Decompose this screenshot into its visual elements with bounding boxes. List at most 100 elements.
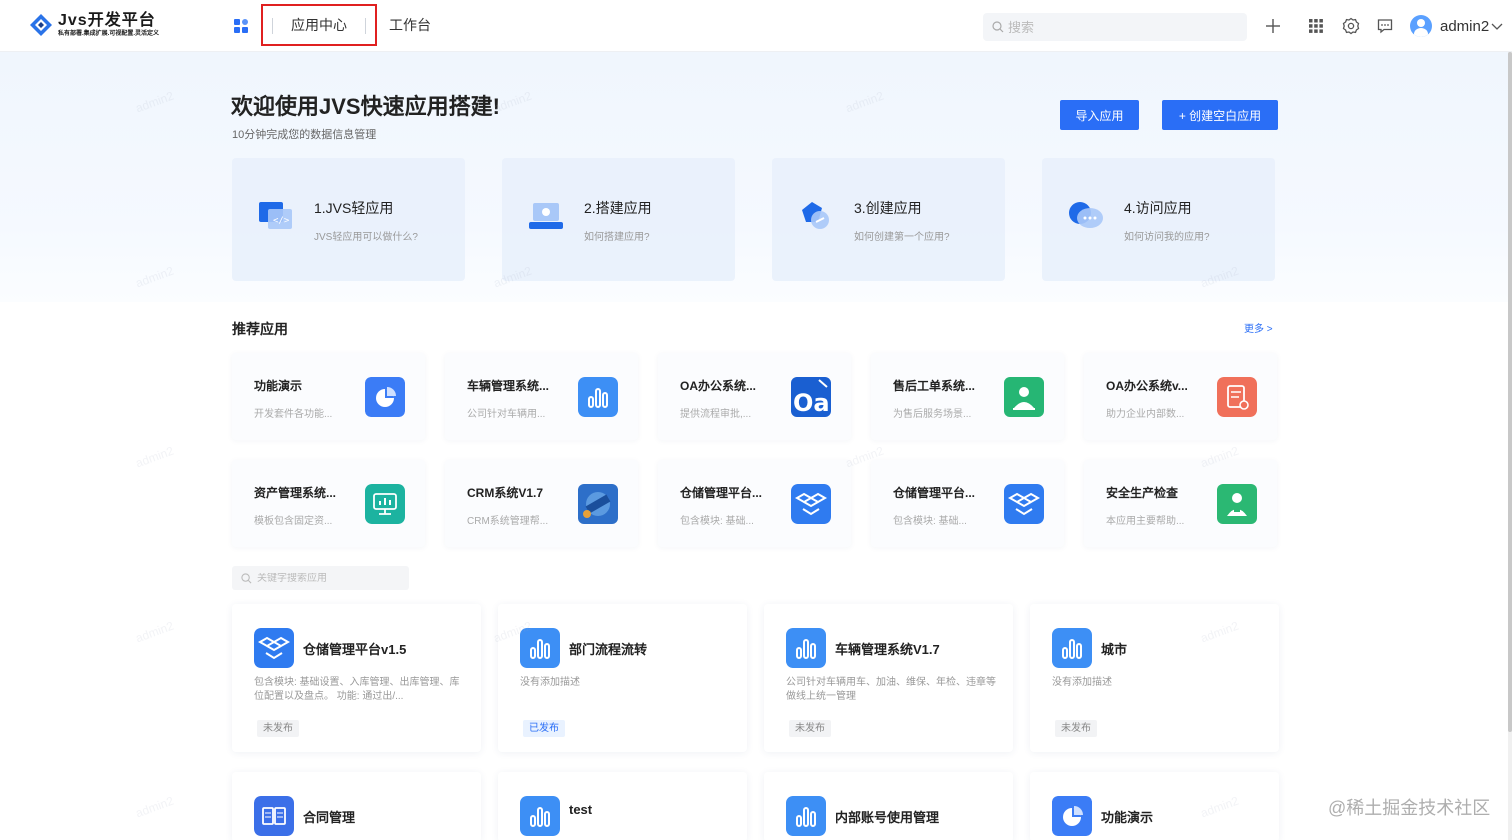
chat-bubble-icon <box>1069 202 1103 228</box>
bar-chart-icon <box>520 796 560 836</box>
guide-card-visit-app[interactable]: 4.访问应用 如何访问我的应用? <box>1042 158 1275 281</box>
app-desc: 没有添加描述 <box>520 677 580 688</box>
user-menu[interactable]: admin2 <box>1410 15 1503 37</box>
message-icon[interactable] <box>1376 17 1394 35</box>
guide-title: 2.搭建应用 <box>584 200 652 216</box>
recommended-app-card[interactable]: 安全生产检查 本应用主要帮助... <box>1084 460 1277 547</box>
tab-workbench[interactable]: 工作台 <box>389 4 431 46</box>
apps-menu-icon[interactable] <box>234 19 249 34</box>
recommended-app-card[interactable]: 资产管理系统... 模板包含固定资... <box>232 460 425 547</box>
recommended-app-card[interactable]: OA办公系统... 提供流程审批,... Oa <box>658 353 851 440</box>
app-filter-input[interactable] <box>257 572 407 584</box>
pie-chart-icon <box>365 377 405 417</box>
recommended-app-card[interactable]: 车辆管理系统... 公司针对车辆用... <box>445 353 638 440</box>
gear-icon[interactable] <box>1342 17 1360 35</box>
avatar <box>1410 15 1432 37</box>
guide-card-create-app[interactable]: 3.创建应用 如何创建第一个应用? <box>772 158 1005 281</box>
app-desc: 公司针对车辆用车、加油、维保、年检、违章等做线上统一管理 <box>786 677 996 702</box>
recommended-app-card[interactable]: OA办公系统v... 助力企业内部数... <box>1084 353 1277 440</box>
code-window-icon: </> <box>259 202 292 229</box>
status-badge: 未发布 <box>1055 720 1097 737</box>
status-badge: 未发布 <box>789 720 831 737</box>
tab-app-center-label: 应用中心 <box>291 17 347 33</box>
search-input[interactable] <box>1008 19 1228 35</box>
app-title: 功能演示 <box>254 379 303 393</box>
cube-link-icon <box>802 202 829 229</box>
app-card[interactable]: 城市 没有添加描述 未发布 <box>1030 604 1279 752</box>
app-card[interactable]: test <box>498 772 747 840</box>
chevron-down-icon <box>1491 23 1503 30</box>
app-title: 仓储管理平台... <box>680 486 763 500</box>
app-desc: 提供流程审批,... <box>680 409 752 420</box>
global-search[interactable] <box>983 13 1247 41</box>
app-title: OA办公系统... <box>680 379 757 393</box>
recommended-app-card[interactable]: 仓储管理平台... 包含模块: 基础... <box>658 460 851 547</box>
app-title: 仓储管理平台v1.5 <box>303 642 407 657</box>
recommended-app-card[interactable]: CRM系统V1.7 CRM系统管理帮... <box>445 460 638 547</box>
import-app-button[interactable]: 导入应用 <box>1060 100 1139 130</box>
search-icon <box>992 21 1004 33</box>
app-card[interactable]: 部门流程流转 没有添加描述 已发布 <box>498 604 747 752</box>
add-icon[interactable] <box>1264 17 1282 35</box>
guide-title: 4.访问应用 <box>1124 200 1192 216</box>
dropbox-icon <box>791 484 831 524</box>
oa-logo-icon: Oa <box>791 377 831 417</box>
app-card[interactable]: 内部账号使用管理 <box>764 772 1013 840</box>
app-desc: 包含模块: 基础... <box>893 516 967 527</box>
app-title: 功能演示 <box>1101 810 1154 825</box>
pie-chart-icon <box>1052 796 1092 836</box>
logo[interactable]: Jvs开发平台 私有部署.集成扩展.可视配置.灵活定义 <box>28 12 159 38</box>
app-desc: 包含模块: 基础设置、入库管理、出库管理、库位配置以及盘点。 功能: 通过出/.… <box>254 677 460 702</box>
app-title: 城市 <box>1101 642 1128 657</box>
app-desc: 开发套件各功能... <box>254 409 333 420</box>
app-desc: 本应用主要帮助... <box>1106 516 1185 527</box>
tab-app-center[interactable]: 应用中心 <box>261 4 377 46</box>
inspector-icon <box>1217 484 1257 524</box>
recommended-app-card[interactable]: 功能演示 开发套件各功能... <box>232 353 425 440</box>
worker-icon <box>1004 377 1044 417</box>
app-filter[interactable] <box>232 566 409 590</box>
bar-chart-icon <box>578 377 618 417</box>
bar-chart-icon <box>786 628 826 668</box>
dropbox-icon <box>254 628 294 668</box>
app-title: 资产管理系统... <box>254 486 337 500</box>
app-title: 内部账号使用管理 <box>835 810 940 825</box>
logo-subtitle: 私有部署.集成扩展.可视配置.灵活定义 <box>58 31 160 37</box>
app-card[interactable]: 合同管理 <box>232 772 481 840</box>
logo-mark-icon <box>30 14 52 36</box>
bar-chart-icon <box>1052 628 1092 668</box>
app-title: 仓储管理平台... <box>893 486 976 500</box>
svg-text:Oa: Oa <box>793 389 830 417</box>
recommended-title: 推荐应用 <box>232 321 288 337</box>
more-link[interactable]: 更多 > <box>1244 320 1273 335</box>
scrollbar-thumb[interactable] <box>1508 52 1512 732</box>
scrollbar[interactable] <box>1508 52 1512 840</box>
hero-banner <box>0 52 1508 302</box>
app-card[interactable]: 功能演示 <box>1030 772 1279 840</box>
bar-chart-icon <box>786 796 826 836</box>
recommended-app-card[interactable]: 仓储管理平台... 包含模块: 基础... <box>871 460 1064 547</box>
book-icon <box>254 796 294 836</box>
create-blank-app-button[interactable]: + 创建空白应用 <box>1162 100 1278 130</box>
app-desc: 助力企业内部数... <box>1106 409 1185 420</box>
guide-card-light-app[interactable]: </> 1.JVS轻应用 JVS轻应用可以做什么? <box>232 158 465 281</box>
app-title: OA办公系统v... <box>1106 379 1188 393</box>
app-card[interactable]: 车辆管理系统V1.7 公司针对车辆用车、加油、维保、年检、违章等做线上统一管理 … <box>764 604 1013 752</box>
guide-card-build-app[interactable]: 2.搭建应用 如何搭建应用? <box>502 158 735 281</box>
dropbox-icon <box>1004 484 1044 524</box>
watermark: admin2 <box>133 618 176 646</box>
grid-icon[interactable] <box>1307 17 1325 35</box>
recommended-app-card[interactable]: 售后工单系统... 为售后服务场景... <box>871 353 1064 440</box>
guide-desc: 如何搭建应用? <box>584 232 650 243</box>
app-desc: 模板包含固定资... <box>254 516 333 527</box>
source-credit: @稀土掘金技术社区 <box>1328 798 1491 818</box>
status-badge: 未发布 <box>257 720 299 737</box>
app-card[interactable]: 仓储管理平台v1.5 包含模块: 基础设置、入库管理、出库管理、库位配置以及盘点… <box>232 604 481 752</box>
app-title: 车辆管理系统... <box>467 379 550 393</box>
app-title: 安全生产检查 <box>1106 486 1179 500</box>
tab-workbench-label: 工作台 <box>389 17 431 33</box>
app-title: 合同管理 <box>303 810 356 825</box>
guide-title: 3.创建应用 <box>854 200 922 216</box>
monitor-chart-icon <box>365 484 405 524</box>
app-title: 车辆管理系统V1.7 <box>835 642 940 657</box>
